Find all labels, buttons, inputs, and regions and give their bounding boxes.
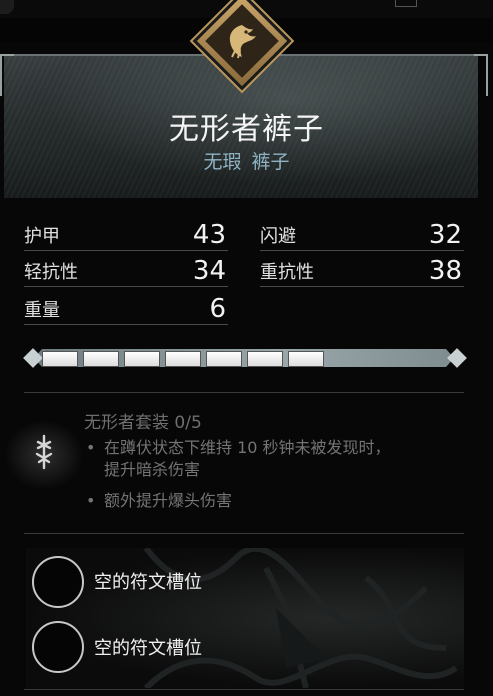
stat-label: 轻抗性 (24, 262, 78, 283)
upgrade-segment (247, 351, 283, 367)
stat-weight: 重量 6 (24, 294, 228, 325)
stat-value: 38 (428, 256, 462, 286)
upgrade-level-bar (23, 347, 467, 369)
stat-value: 6 (209, 294, 226, 324)
bullet-dot: • (86, 438, 96, 457)
set-bonus-text: 额外提升爆头伤害 (104, 491, 233, 510)
set-bonus-text: 在蹲伏状态下维持 10 秒钟未被发现时， (104, 438, 391, 457)
stat-armor: 护甲 43 (24, 220, 228, 251)
divider (24, 533, 464, 534)
rune-socket-1[interactable] (32, 556, 84, 608)
upgrade-segment (42, 351, 78, 367)
stat-value: 43 (192, 220, 226, 250)
upgrade-segment (83, 351, 119, 367)
rune-socket-2[interactable] (32, 621, 84, 673)
knotwork-ornament (143, 548, 458, 688)
frame-tab (395, 0, 417, 7)
stat-value: 34 (192, 256, 226, 286)
upgrade-segment (124, 351, 160, 367)
rune-socket-panel: 空的符文槽位 空的符文槽位 (26, 548, 464, 688)
upgrade-bar-cap-right (447, 348, 467, 368)
upgrade-segment (288, 351, 324, 367)
rune-icon (35, 434, 53, 470)
stat-label: 闪避 (260, 226, 296, 247)
frame-corner (0, 0, 14, 14)
divider (24, 392, 464, 393)
upgrade-bar-cap-left (23, 348, 43, 368)
divider (24, 689, 464, 690)
upgrade-segment (165, 351, 201, 367)
item-quality-type: 无瑕 裤子 (203, 151, 290, 173)
stat-value: 32 (428, 220, 462, 250)
stat-label: 护甲 (24, 226, 60, 247)
set-bonus-item: • 额外提升爆头伤害 (86, 490, 232, 512)
set-bonus-text: 提升暗杀伤害 (104, 460, 201, 479)
stat-label: 重抗性 (260, 262, 314, 283)
set-icon-glow (4, 420, 84, 490)
set-bonus-title: 无形者套装 0/5 (84, 413, 202, 433)
rune-socket-label: 空的符文槽位 (94, 572, 202, 593)
stat-light-resistance: 轻抗性 34 (24, 256, 228, 287)
raven-icon (229, 24, 256, 59)
rune-socket-label: 空的符文槽位 (94, 638, 202, 659)
set-bonus-item: • 在蹲伏状态下维持 10 秒钟未被发现时， 提升暗杀伤害 (86, 437, 391, 481)
item-name: 无形者裤子 (169, 112, 324, 147)
upgrade-segment (206, 351, 242, 367)
stat-heavy-resistance: 重抗性 38 (260, 256, 464, 287)
bullet-dot: • (86, 491, 96, 510)
stat-evasion: 闪避 32 (260, 220, 464, 251)
stat-label: 重量 (24, 300, 60, 321)
